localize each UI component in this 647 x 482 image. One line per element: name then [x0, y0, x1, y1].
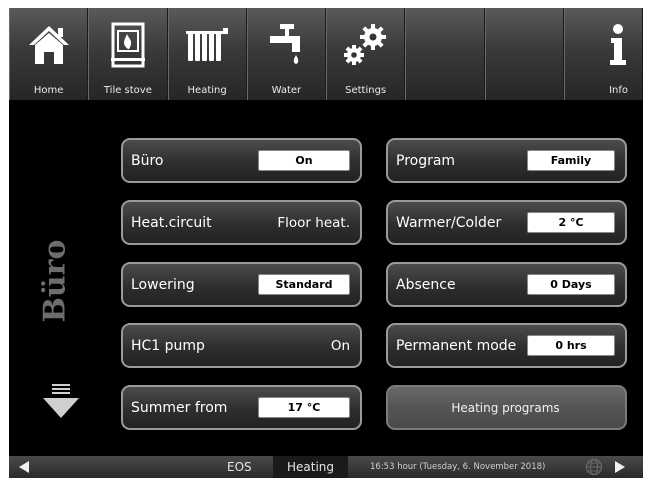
tile-hc1-pump[interactable]: HC1 pump On — [121, 323, 362, 368]
arrow-right-icon — [615, 461, 625, 473]
tile-absence-value: 0 Days — [527, 274, 615, 295]
tile-absence-label: Absence — [396, 276, 456, 293]
tile-hc1-pump-value: On — [330, 337, 350, 354]
globe-icon[interactable] — [585, 456, 603, 478]
tile-hc1-pump-label: HC1 pump — [131, 337, 205, 354]
heating-programs-button[interactable]: Heating programs — [386, 385, 627, 430]
top-nav-bar: Home Tile stove Heating Water Settings I… — [9, 8, 643, 100]
nav-empty-2 — [484, 8, 564, 100]
nav-next-button[interactable] — [613, 456, 627, 478]
tile-warmer-colder-value: 2 °C — [527, 212, 615, 233]
tile-program-label: Program — [396, 152, 456, 169]
tile-stove-icon — [89, 20, 166, 70]
nav-water[interactable]: Water — [246, 8, 326, 100]
nav-tile-stove-label: Tile stove — [103, 85, 152, 96]
bottom-status-bar: EOS Heating 16:53 hour (Tuesday, 6. Nove… — [9, 456, 643, 478]
tile-room-label: Büro — [131, 152, 164, 169]
tile-warmer-colder-label: Warmer/Colder — [396, 214, 502, 231]
tile-room-value: On — [258, 150, 350, 171]
scroll-down-button[interactable] — [41, 382, 81, 422]
scroll-down-icon — [43, 384, 79, 418]
water-tap-icon — [248, 20, 325, 70]
nav-home[interactable]: Home — [9, 8, 89, 100]
nav-prev-button[interactable] — [17, 456, 31, 478]
nav-empty-1 — [405, 8, 485, 100]
room-name-vertical: Büro — [25, 226, 85, 336]
tile-lowering-value: Standard — [258, 274, 350, 295]
tile-heat-circuit-label: Heat.circuit — [131, 214, 212, 231]
nav-settings[interactable]: Settings — [326, 8, 406, 100]
info-icon — [565, 20, 642, 70]
arrow-left-icon — [19, 461, 29, 473]
status-tab-heating[interactable]: Heating — [273, 456, 349, 478]
status-eos[interactable]: EOS — [227, 456, 252, 478]
nav-heating-label: Heating — [187, 85, 227, 96]
tile-program[interactable]: Program Family — [386, 138, 627, 183]
tile-room-buero[interactable]: Büro On — [121, 138, 362, 183]
tile-absence[interactable]: Absence 0 Days — [386, 262, 627, 307]
tile-heat-circuit[interactable]: Heat.circuit Floor heat. — [121, 200, 362, 245]
nav-tile-stove[interactable]: Tile stove — [88, 8, 168, 100]
nav-home-label: Home — [33, 85, 64, 96]
tile-warmer-colder[interactable]: Warmer/Colder 2 °C — [386, 200, 627, 245]
nav-water-label: Water — [271, 85, 302, 96]
screen: Home Tile stove Heating Water Settings I… — [9, 8, 643, 478]
tile-summer-from[interactable]: Summer from 17 °C — [121, 385, 362, 430]
room-name-text: Büro — [37, 239, 73, 323]
tile-permanent-mode-value: 0 hrs — [527, 335, 615, 356]
tile-lowering-label: Lowering — [131, 276, 195, 293]
tile-summer-from-value: 17 °C — [258, 397, 350, 418]
nav-heating[interactable]: Heating — [167, 8, 247, 100]
tile-permanent-mode-label: Permanent mode — [396, 337, 517, 354]
tile-heat-circuit-value: Floor heat. — [277, 214, 350, 231]
home-icon — [10, 20, 87, 70]
nav-info[interactable]: Info — [563, 8, 643, 100]
gears-icon — [327, 20, 404, 70]
status-datetime: 16:53 hour (Tuesday, 6. November 2018) — [370, 462, 546, 472]
tile-summer-from-label: Summer from — [131, 399, 228, 416]
nav-info-label: Info — [609, 85, 628, 96]
nav-settings-label: Settings — [345, 85, 387, 96]
tile-program-value: Family — [527, 150, 615, 171]
tile-permanent-mode[interactable]: Permanent mode 0 hrs — [386, 323, 627, 368]
tile-lowering[interactable]: Lowering Standard — [121, 262, 362, 307]
heating-programs-label: Heating programs — [451, 400, 560, 415]
radiator-icon — [169, 20, 246, 70]
